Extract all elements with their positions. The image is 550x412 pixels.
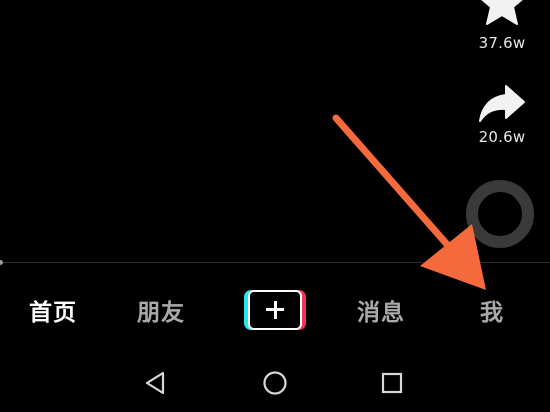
share-arrow-icon (479, 85, 525, 122)
create-video-button[interactable] (244, 290, 306, 330)
square-recents-icon[interactable] (380, 371, 404, 395)
star-icon (481, 0, 523, 25)
tab-friends[interactable]: 朋友 (137, 293, 185, 327)
video-progress-handle[interactable] (0, 260, 3, 265)
share-count: 20.6w (478, 128, 526, 146)
tab-messages[interactable]: 消息 (357, 293, 405, 327)
plus-icon-vertical (273, 300, 277, 319)
video-feed-screen[interactable]: 37.6w 20.6w 首页 朋友 消息 我 (0, 0, 550, 412)
video-progress-bar[interactable] (0, 260, 550, 265)
like-action[interactable]: 37.6w (467, 0, 537, 52)
circle-home-icon[interactable] (262, 370, 288, 396)
share-action[interactable]: 20.6w (467, 84, 537, 146)
like-count: 37.6w (478, 34, 526, 52)
tab-home[interactable]: 首页 (29, 293, 77, 327)
music-disc-icon[interactable] (466, 180, 534, 248)
triangle-back-icon[interactable] (143, 371, 167, 395)
tab-me[interactable]: 我 (480, 293, 504, 327)
